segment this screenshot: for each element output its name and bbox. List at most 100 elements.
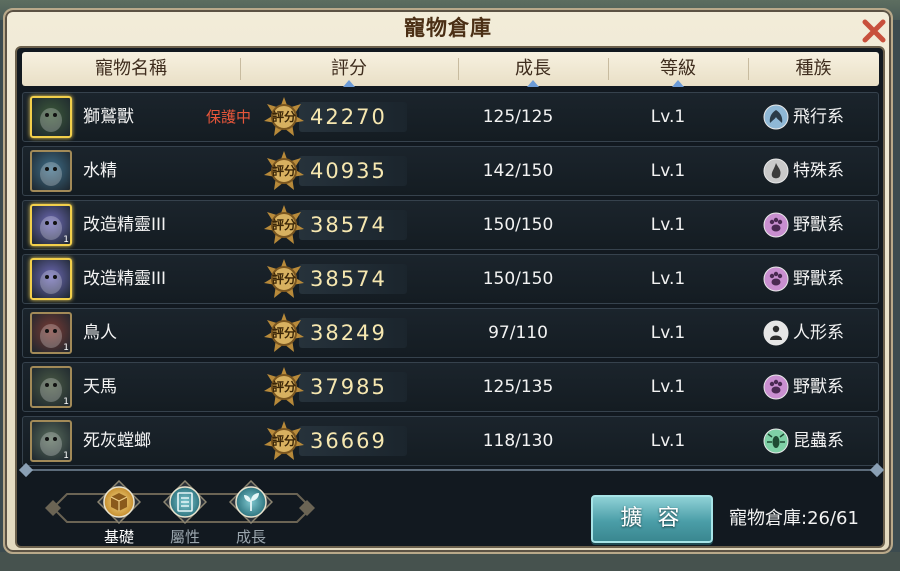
wing-icon <box>763 104 789 130</box>
storage-capacity: 寵物倉庫:26/61 <box>729 508 859 529</box>
pet-avatar[interactable] <box>30 150 72 192</box>
pet-score: 38574 <box>310 213 387 237</box>
pet-row[interactable]: 獅鷲獸 保護中 評分 42270 125/125 Lv.1 飛行系 <box>22 92 879 142</box>
pet-score: 38249 <box>310 321 387 345</box>
paw-icon <box>763 374 789 400</box>
title-bar: 寵物倉庫 <box>5 10 891 44</box>
sort-indicator-icon <box>672 80 684 87</box>
pet-row[interactable]: 1 改造精靈III 評分 38574 150/150 Lv.1 野獸系 <box>22 200 879 250</box>
pet-avatar[interactable] <box>30 258 72 300</box>
pet-race: 人形系 <box>793 323 844 343</box>
pet-level: Lv.1 <box>650 107 686 127</box>
humanoid-icon <box>763 320 789 346</box>
tab-sprout[interactable]: 成長 <box>221 480 281 546</box>
pet-score: 38574 <box>310 267 387 291</box>
pet-level: Lv.1 <box>650 161 686 181</box>
pet-growth: 125/125 <box>482 107 554 127</box>
pet-score: 42270 <box>310 105 387 129</box>
column-header-growth[interactable]: 成長 <box>458 52 608 87</box>
window-title: 寵物倉庫 <box>404 16 492 40</box>
tab-label: 基礎 <box>103 528 134 546</box>
pet-portrait-icon <box>40 108 62 132</box>
tab-label: 成長 <box>235 528 266 546</box>
column-header-score-label: 評分 <box>331 58 367 79</box>
column-header-name[interactable]: 寵物名稱 <box>22 52 240 86</box>
score-badge-icon: 評分 <box>263 204 305 246</box>
table-header: 寵物名稱 評分 成長 等級 種族 <box>22 52 879 87</box>
pet-growth: 97/110 <box>488 323 548 343</box>
pet-row[interactable]: 1 鳥人 評分 38249 97/110 Lv.1 人形系 <box>22 308 879 358</box>
pet-score: 37985 <box>310 375 387 399</box>
score-badge-label: 評分 <box>271 434 296 448</box>
score-badge-label: 評分 <box>271 272 296 286</box>
flame-icon <box>763 158 789 184</box>
column-header-level-label: 等級 <box>660 58 696 79</box>
pet-row[interactable]: 1 天馬 評分 37985 125/135 Lv.1 野獸系 <box>22 362 879 412</box>
score-badge-icon: 評分 <box>263 366 305 408</box>
tab-box[interactable]: 基礎 <box>89 480 149 546</box>
pet-name: 天馬 <box>83 377 117 397</box>
paw-icon <box>763 212 789 238</box>
score-badge-icon: 評分 <box>263 420 305 462</box>
pet-score: 36669 <box>310 429 387 453</box>
pet-stack-count: 1 <box>63 343 69 353</box>
score-badge-icon: 評分 <box>263 150 305 192</box>
pet-score: 40935 <box>310 159 387 183</box>
pet-level: Lv.1 <box>650 269 686 289</box>
insect-icon <box>763 428 789 454</box>
pet-level: Lv.1 <box>650 431 686 451</box>
close-button[interactable] <box>859 16 889 46</box>
pet-stack-count: 1 <box>63 451 69 461</box>
pet-growth: 125/135 <box>482 377 554 397</box>
scroll-track[interactable] <box>25 469 876 471</box>
background-bottom <box>0 552 900 571</box>
sprout-icon <box>229 480 273 524</box>
sort-indicator-icon <box>527 80 539 87</box>
pet-avatar[interactable]: 1 <box>30 204 72 246</box>
pet-race: 飛行系 <box>793 107 844 127</box>
pet-name: 改造精靈III <box>83 269 167 289</box>
pet-stack-count: 1 <box>63 235 69 245</box>
pet-growth: 150/150 <box>482 215 554 235</box>
pet-race: 野獸系 <box>793 377 844 397</box>
expand-capacity-button[interactable]: 擴 容 <box>591 495 713 543</box>
pet-avatar[interactable]: 1 <box>30 366 72 408</box>
score-badge-icon: 評分 <box>263 312 305 354</box>
pet-avatar[interactable] <box>30 96 72 138</box>
score-badge-label: 評分 <box>271 110 296 124</box>
close-icon <box>862 19 886 43</box>
pet-level: Lv.1 <box>650 323 686 343</box>
column-header-score[interactable]: 評分 <box>240 52 458 87</box>
column-header-growth-label: 成長 <box>515 58 551 79</box>
list-icon <box>163 480 207 524</box>
column-header-race[interactable]: 種族 <box>748 52 879 86</box>
score-badge-icon: 評分 <box>263 258 305 300</box>
pet-row[interactable]: 水精 評分 40935 142/150 Lv.1 特殊系 <box>22 146 879 196</box>
score-badge-icon: 評分 <box>263 96 305 138</box>
pet-portrait-icon <box>40 270 62 294</box>
pet-row[interactable]: 改造精靈III 評分 38574 150/150 Lv.1 野獸系 <box>22 254 879 304</box>
pet-race: 野獸系 <box>793 269 844 289</box>
score-badge-label: 評分 <box>271 218 296 232</box>
pet-avatar[interactable]: 1 <box>30 312 72 354</box>
pet-list-panel: 寵物名稱 評分 成長 等級 種族 獅鷲獸 保護中 評分 42270 125/125 Lv.… <box>15 46 885 548</box>
pet-name: 死灰螳螂 <box>83 431 151 451</box>
pet-growth: 150/150 <box>482 269 554 289</box>
pet-level: Lv.1 <box>650 215 686 235</box>
tab-list[interactable]: 屬性 <box>155 480 215 546</box>
pet-stack-count: 1 <box>63 397 69 407</box>
column-header-level[interactable]: 等級 <box>608 52 748 87</box>
score-badge-label: 評分 <box>271 164 296 178</box>
pet-name: 改造精靈III <box>83 215 167 235</box>
pet-name: 獅鷲獸 <box>83 107 134 127</box>
pet-portrait-icon <box>40 162 62 186</box>
pet-row[interactable]: 1 死灰螳螂 評分 36669 118/130 Lv.1 昆蟲系 <box>22 416 879 466</box>
score-badge-label: 評分 <box>271 380 296 394</box>
pet-growth: 142/150 <box>482 161 554 181</box>
protected-tag: 保護中 <box>206 108 252 126</box>
pet-level: Lv.1 <box>650 377 686 397</box>
pet-race: 特殊系 <box>793 161 844 181</box>
pet-avatar[interactable]: 1 <box>30 420 72 462</box>
sort-indicator-icon <box>343 80 355 87</box>
pet-storage-window: 寵物倉庫 寵物名稱 評分 成長 等級 種族 獅鷲獸 保護中 評分 42270 1… <box>3 8 893 554</box>
